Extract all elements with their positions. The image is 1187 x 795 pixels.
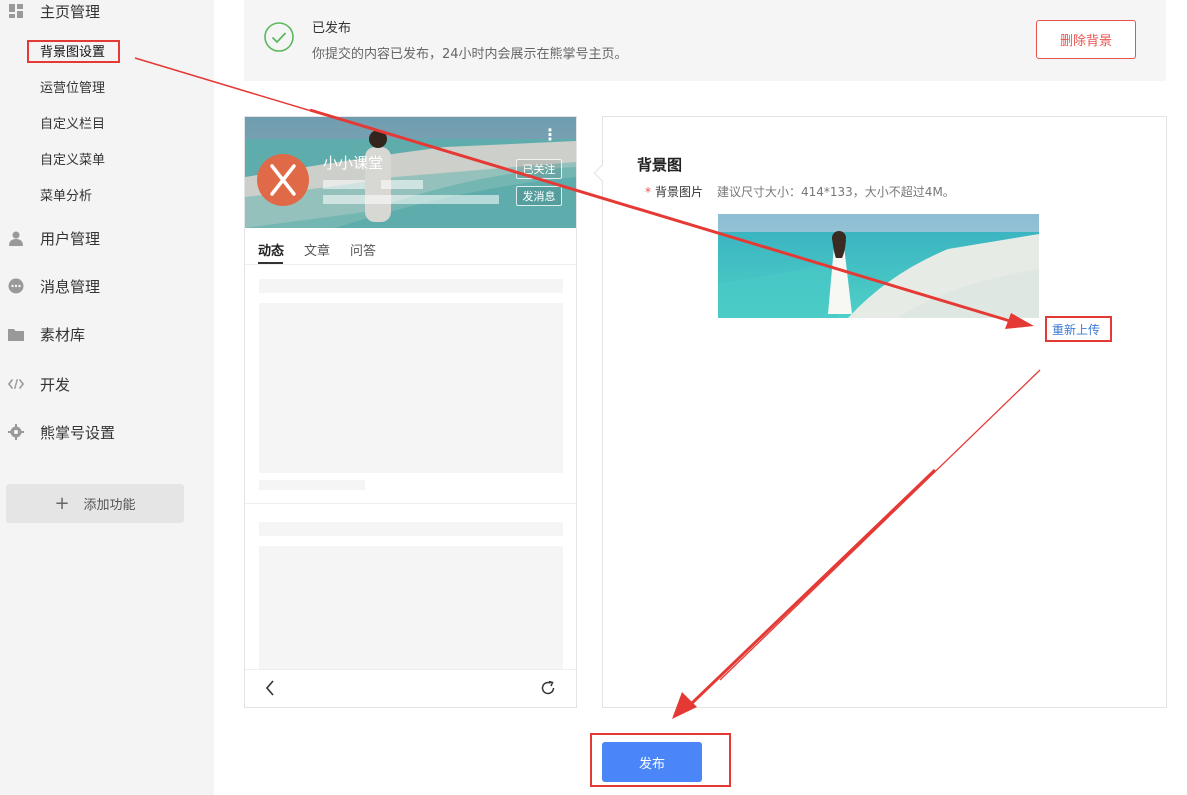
nav-material-library[interactable]: 素材库 [0, 319, 214, 349]
nav-home-management[interactable]: 主页管理 [0, 0, 214, 26]
skeleton-line [259, 522, 563, 536]
skeleton-block [259, 546, 563, 670]
main-content: 已发布 你提交的内容已发布，24小时内会展示在熊掌号主页。 删除背景 ⋮ 小小课… [214, 0, 1187, 795]
tab-qa[interactable]: 问答 [350, 240, 376, 259]
skeleton-line [259, 279, 563, 293]
field-label-text: 背景图片 [655, 185, 704, 199]
reupload-link[interactable]: 重新上传 [1052, 321, 1100, 338]
back-icon[interactable] [265, 680, 275, 700]
user-icon [8, 230, 24, 246]
check-circle-icon [264, 22, 294, 52]
add-feature-button[interactable]: + 添加功能 [6, 484, 184, 523]
required-mark: * [645, 185, 651, 199]
placeholder-bar [323, 180, 365, 189]
nav-sub-custom-menu[interactable]: 自定义菜单 [40, 149, 105, 168]
code-icon [8, 376, 24, 392]
nav-sub-operation-slots[interactable]: 运营位管理 [40, 77, 105, 96]
preview-banner-image: ⋮ 小小课堂 已关注 发消息 [245, 117, 576, 228]
nav-development[interactable]: 开发 [0, 369, 214, 399]
nav-development-label: 开发 [40, 375, 71, 394]
nav-sub-background-settings[interactable]: 背景图设置 [40, 41, 105, 60]
phone-tabs: 动态 文章 问答 [245, 228, 576, 265]
nav-material-label: 素材库 [40, 325, 86, 344]
skeleton-line [259, 480, 365, 490]
background-image-thumbnail [718, 214, 1039, 318]
placeholder-bar [381, 180, 423, 189]
avatar [257, 154, 309, 206]
profile-name: 小小课堂 [323, 154, 384, 172]
nav-sub-menu-analysis[interactable]: 菜单分析 [40, 185, 92, 204]
folder-icon [8, 326, 24, 342]
nav-bear-settings-label: 熊掌号设置 [40, 423, 116, 442]
tab-articles[interactable]: 文章 [304, 240, 330, 259]
dashboard-icon [8, 3, 24, 19]
nav-home-label: 主页管理 [40, 2, 101, 21]
background-image-label: * 背景图片 [645, 183, 703, 200]
panel-title: 背景图 [637, 156, 683, 174]
add-feature-label: 添加功能 [83, 498, 136, 513]
phone-footer [245, 669, 576, 707]
nav-sub-custom-columns[interactable]: 自定义栏目 [40, 113, 105, 132]
nav-message-management[interactable]: 消息管理 [0, 271, 214, 301]
sidebar: 主页管理 背景图设置 运营位管理 自定义栏目 自定义菜单 菜单分析 用户管理 消… [0, 0, 214, 795]
status-title: 已发布 [312, 21, 352, 36]
message-icon [8, 278, 24, 294]
nav-user-management[interactable]: 用户管理 [0, 223, 214, 253]
phone-preview: ⋮ 小小课堂 已关注 发消息 动态 文章 问答 [244, 116, 577, 708]
tab-underline [258, 262, 283, 264]
background-settings-panel: 背景图 * 背景图片 建议尺寸大小：414*133，大小不超过4M。 重新上传 [593, 116, 1167, 708]
gear-icon [8, 424, 24, 440]
plus-icon: + [54, 492, 70, 514]
nav-user-label: 用户管理 [40, 229, 101, 248]
more-options-icon[interactable]: ⋮ [542, 127, 558, 143]
nav-bear-settings[interactable]: 熊掌号设置 [0, 417, 214, 447]
nav-message-label: 消息管理 [40, 277, 101, 296]
send-message-button[interactable]: 发消息 [516, 186, 562, 206]
divider [245, 503, 576, 504]
status-description: 你提交的内容已发布，24小时内会展示在熊掌号主页。 [312, 47, 628, 62]
tab-dynamics[interactable]: 动态 [258, 240, 284, 259]
publish-status-bar: 已发布 你提交的内容已发布，24小时内会展示在熊掌号主页。 删除背景 [244, 0, 1166, 81]
followed-button[interactable]: 已关注 [516, 159, 562, 179]
refresh-icon[interactable] [540, 680, 556, 700]
skeleton-block [259, 303, 563, 473]
publish-button[interactable]: 发布 [602, 742, 702, 782]
placeholder-bar [323, 195, 499, 204]
size-hint: 建议尺寸大小：414*133，大小不超过4M。 [717, 185, 955, 199]
panel-notch [593, 164, 611, 182]
delete-background-button[interactable]: 删除背景 [1036, 20, 1136, 59]
